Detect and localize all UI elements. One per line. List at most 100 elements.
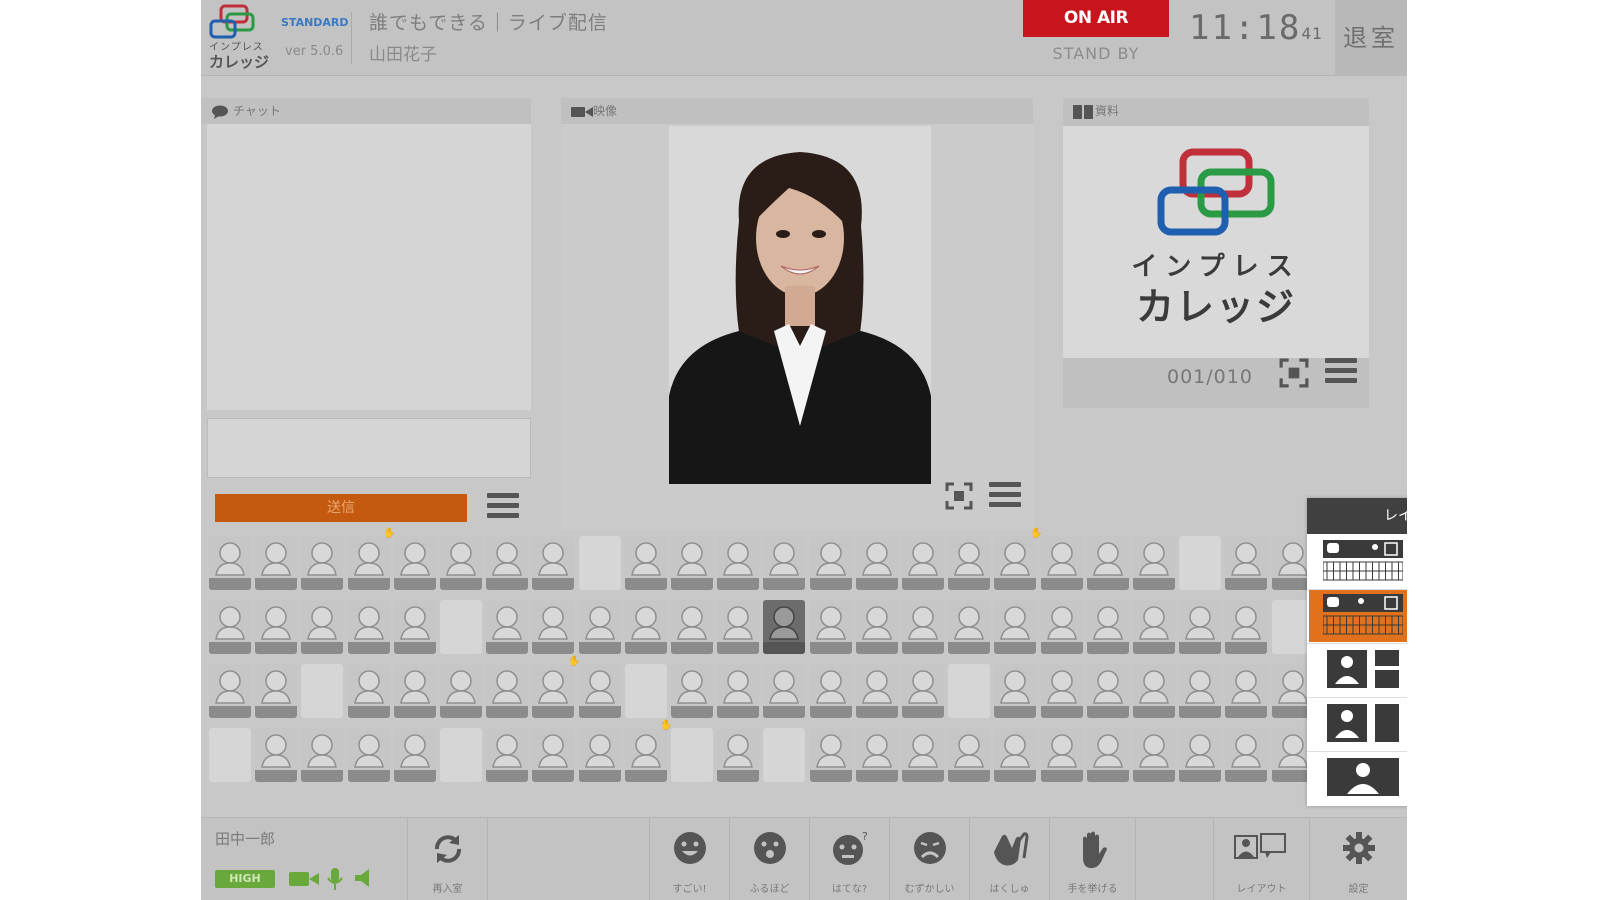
- student-seat[interactable]: [717, 728, 760, 782]
- empty-seat[interactable]: [624, 664, 667, 718]
- layout-option[interactable]: [1309, 698, 1407, 750]
- student-seat[interactable]: ✋: [624, 720, 673, 782]
- student-seat[interactable]: ✋: [532, 656, 580, 718]
- student-seat[interactable]: [902, 664, 944, 718]
- empty-seat[interactable]: [301, 664, 344, 718]
- student-seat[interactable]: [948, 728, 991, 782]
- student-seat[interactable]: [671, 664, 713, 718]
- student-seat[interactable]: [347, 664, 390, 718]
- student-seat[interactable]: [763, 600, 806, 654]
- rejoin-button[interactable]: 再入室: [407, 818, 487, 900]
- student-seat[interactable]: [1086, 600, 1129, 654]
- reaction-soso-button[interactable]: ふるほど: [729, 818, 809, 900]
- student-seat[interactable]: [486, 536, 529, 590]
- student-seat[interactable]: [809, 664, 852, 718]
- mic-icon[interactable]: [327, 868, 343, 890]
- student-seat[interactable]: [1179, 664, 1222, 718]
- settings-button[interactable]: 設定: [1309, 818, 1407, 900]
- student-seat[interactable]: [532, 728, 575, 782]
- student-seat[interactable]: [1040, 536, 1083, 590]
- student-seat[interactable]: [255, 664, 298, 718]
- layout-option[interactable]: [1309, 644, 1407, 696]
- student-seat[interactable]: [671, 600, 713, 654]
- student-seat[interactable]: [763, 536, 806, 590]
- student-seat[interactable]: [994, 600, 1037, 654]
- student-seat[interactable]: [809, 728, 852, 782]
- camera-icon[interactable]: [289, 872, 319, 886]
- student-seat[interactable]: [532, 600, 575, 654]
- student-seat[interactable]: [671, 536, 713, 590]
- student-seat[interactable]: [1086, 536, 1129, 590]
- student-seat[interactable]: [855, 664, 898, 718]
- empty-seat[interactable]: [671, 728, 713, 782]
- student-seat[interactable]: [532, 536, 575, 590]
- student-seat[interactable]: [393, 664, 436, 718]
- student-seat[interactable]: [717, 536, 760, 590]
- student-seat[interactable]: [1040, 664, 1083, 718]
- student-seat[interactable]: [486, 728, 529, 782]
- student-seat[interactable]: [855, 728, 898, 782]
- chat-input[interactable]: [207, 418, 531, 478]
- chat-log[interactable]: [207, 124, 531, 410]
- student-seat[interactable]: [902, 728, 944, 782]
- student-seat[interactable]: [301, 600, 344, 654]
- student-seat[interactable]: [1179, 728, 1222, 782]
- reaction-difficult-button[interactable]: むずかしい: [889, 818, 969, 900]
- student-seat[interactable]: [486, 664, 529, 718]
- student-seat[interactable]: [763, 664, 806, 718]
- student-seat[interactable]: [948, 536, 991, 590]
- video-menu-icon[interactable]: [989, 482, 1021, 510]
- student-seat[interactable]: [578, 600, 621, 654]
- student-seat[interactable]: [1133, 728, 1175, 782]
- student-seat[interactable]: [902, 600, 944, 654]
- student-seat[interactable]: [717, 600, 760, 654]
- student-seat[interactable]: [855, 536, 898, 590]
- student-seat[interactable]: [1225, 728, 1268, 782]
- send-button[interactable]: 送信: [215, 494, 467, 522]
- material-menu-icon[interactable]: [1325, 358, 1357, 386]
- student-seat[interactable]: [809, 600, 852, 654]
- student-seat[interactable]: [301, 536, 344, 590]
- student-seat[interactable]: [1040, 728, 1083, 782]
- reaction-great-button[interactable]: すごい!: [649, 818, 729, 900]
- video-fullscreen-icon[interactable]: [945, 482, 973, 510]
- student-seat[interactable]: [209, 536, 251, 590]
- student-seat[interactable]: [1086, 728, 1129, 782]
- exit-button[interactable]: 退室: [1335, 0, 1407, 76]
- layout-button[interactable]: レイアウト: [1213, 818, 1309, 900]
- student-seat[interactable]: [578, 664, 621, 718]
- student-seat[interactable]: [578, 728, 621, 782]
- layout-option[interactable]: [1309, 590, 1407, 642]
- student-seat[interactable]: [347, 600, 390, 654]
- student-seat[interactable]: ✋: [347, 528, 396, 590]
- student-seat[interactable]: [902, 536, 944, 590]
- student-seat[interactable]: [624, 536, 667, 590]
- student-seat[interactable]: [994, 664, 1037, 718]
- student-seat[interactable]: [1040, 600, 1083, 654]
- student-seat[interactable]: [393, 536, 436, 590]
- student-seat[interactable]: [301, 728, 344, 782]
- layout-option[interactable]: [1309, 752, 1407, 804]
- student-seat[interactable]: [255, 536, 298, 590]
- chat-menu-icon[interactable]: [487, 493, 519, 521]
- raise-hand-button[interactable]: 手を挙げる: [1049, 818, 1135, 900]
- student-seat[interactable]: [255, 600, 298, 654]
- empty-seat[interactable]: [948, 664, 991, 718]
- empty-seat[interactable]: [1179, 536, 1222, 590]
- student-seat[interactable]: [717, 664, 760, 718]
- student-seat[interactable]: [486, 600, 529, 654]
- student-seat[interactable]: [209, 664, 251, 718]
- student-seat[interactable]: [255, 728, 298, 782]
- student-seat[interactable]: [1086, 664, 1129, 718]
- quality-badge[interactable]: HIGH: [215, 870, 275, 888]
- student-seat[interactable]: [994, 728, 1037, 782]
- speaker-icon[interactable]: [355, 869, 369, 887]
- student-seat[interactable]: ✋: [994, 528, 1042, 590]
- student-seat[interactable]: [1133, 664, 1175, 718]
- student-seat[interactable]: [1225, 664, 1268, 718]
- student-seat[interactable]: [440, 664, 482, 718]
- student-seat[interactable]: [948, 600, 991, 654]
- empty-seat[interactable]: [578, 536, 621, 590]
- student-seat[interactable]: [393, 728, 436, 782]
- student-seat[interactable]: [855, 600, 898, 654]
